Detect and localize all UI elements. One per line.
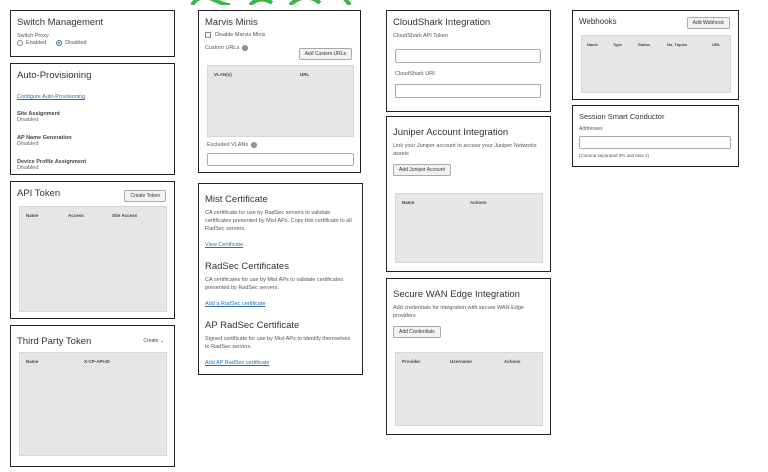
cloudshark-uri-input[interactable] bbox=[395, 84, 541, 98]
api-token-card: API Token Create Token Name Access Site … bbox=[10, 181, 175, 319]
col-status: Status bbox=[638, 42, 651, 47]
col-name: Name bbox=[587, 42, 598, 47]
marvis-minis-title: Marvis Minis bbox=[205, 17, 258, 28]
partial-green-graphic bbox=[190, 0, 352, 5]
radio-enabled-label: Enabled bbox=[26, 40, 47, 46]
col-type: Type bbox=[613, 42, 623, 47]
cloudshark-uri-label: CloudShark URI bbox=[395, 71, 435, 77]
col-name: Name bbox=[26, 359, 39, 364]
col-no-topics: No. Topics bbox=[667, 42, 688, 47]
device-profile-assignment-value: Disabled bbox=[17, 165, 39, 171]
create-dropdown-label: Create bbox=[143, 338, 159, 344]
radio-enabled[interactable] bbox=[17, 40, 23, 46]
create-dropdown[interactable]: Create ⌄ bbox=[143, 338, 164, 344]
add-juniper-account-button[interactable]: Add Juniper Account bbox=[393, 164, 451, 176]
secure-wan-edge-desc: Add credentials for integration with sec… bbox=[393, 305, 524, 319]
ap-radsec-certificate-title: AP RadSec Certificate bbox=[205, 320, 300, 331]
col-username: Username bbox=[450, 359, 472, 364]
session-smart-conductor-card: Session Smart Conductor Addresses (Comma… bbox=[572, 105, 739, 167]
cloudshark-api-token-input[interactable] bbox=[395, 49, 541, 63]
juniper-account-table: Name Actions bbox=[395, 193, 543, 263]
cloudshark-api-token-label: CloudShark API Token bbox=[393, 33, 448, 39]
mist-certificate-card: Mist Certificate CA certificate for use … bbox=[198, 183, 363, 375]
col-actions: Actions bbox=[470, 200, 487, 205]
info-icon: i bbox=[242, 45, 249, 51]
configure-auto-provisioning-link[interactable]: Configure Auto-Provisioning bbox=[17, 94, 85, 100]
auto-provisioning-title: Auto-Provisioning bbox=[17, 70, 92, 81]
mist-certificate-desc: CA certificate for use by RadSec servers… bbox=[205, 210, 352, 232]
juniper-account-title: Juniper Account Integration bbox=[393, 127, 509, 138]
col-x-cp-api-id: X-CP-API-ID bbox=[84, 359, 110, 364]
radsec-certificates-title: RadSec Certificates bbox=[205, 261, 289, 272]
marvis-minis-card: Marvis Minis Disable Marvis Minis Custom… bbox=[198, 10, 361, 173]
switch-management-title: Switch Management bbox=[17, 17, 104, 28]
mist-certificate-title: Mist Certificate bbox=[205, 194, 268, 205]
addresses-hint: (Comma separated IPs and Max 2) bbox=[579, 153, 650, 158]
webhooks-table: Name Type Status No. Topics URL bbox=[581, 35, 731, 93]
custom-urls-label: Custom URLs bbox=[205, 45, 240, 51]
create-token-button[interactable]: Create Token bbox=[124, 190, 166, 202]
cloudshark-title: CloudShark Integration bbox=[393, 17, 491, 28]
custom-urls-table: VLAN(s) URL bbox=[207, 65, 354, 137]
col-url: URL bbox=[300, 72, 310, 77]
cloudshark-card: CloudShark Integration CloudShark API To… bbox=[386, 10, 551, 112]
ap-name-generation-value: Disabled bbox=[17, 141, 39, 147]
col-url: URL bbox=[712, 42, 721, 47]
juniper-account-card: Juniper Account Integration Link your Ju… bbox=[386, 116, 551, 272]
radio-disabled[interactable] bbox=[56, 40, 63, 46]
excluded-vlans-input[interactable] bbox=[207, 153, 354, 166]
view-certificate-link[interactable]: View Certificate bbox=[205, 242, 243, 248]
auto-provisioning-card: Auto-Provisioning Configure Auto-Provisi… bbox=[10, 63, 175, 175]
switch-management-card: Switch Management Switch Proxy Enabled D… bbox=[10, 10, 175, 57]
add-radsec-certificate-link[interactable]: Add a RadSec certificate bbox=[205, 301, 266, 307]
session-smart-conductor-title: Session Smart Conductor bbox=[579, 112, 665, 121]
col-access: Access bbox=[68, 213, 84, 218]
addresses-input[interactable] bbox=[579, 136, 731, 149]
col-provider: Provider bbox=[402, 359, 421, 364]
col-site-access: Site Access bbox=[112, 213, 138, 218]
webhooks-card: Webhooks Add Webhook Name Type Status No… bbox=[572, 10, 739, 100]
radio-disabled-label: Disabled bbox=[65, 40, 87, 46]
add-custom-urls-button[interactable]: Add Custom URLs bbox=[298, 48, 352, 60]
ap-radsec-certificate-desc: Signed certificate for use by Mist APs t… bbox=[205, 336, 351, 350]
site-assignment-value: Disabled bbox=[17, 117, 39, 123]
excluded-vlans-label: Excluded VLANs bbox=[207, 142, 249, 148]
col-name: Name bbox=[26, 213, 39, 218]
addresses-label: Addresses bbox=[579, 126, 603, 132]
secure-wan-edge-card: Secure WAN Edge Integration Add credenti… bbox=[386, 278, 551, 435]
chevron-down-icon: ⌄ bbox=[159, 338, 164, 344]
secure-wan-edge-title: Secure WAN Edge Integration bbox=[393, 289, 520, 300]
api-token-table: Name Access Site Access bbox=[19, 206, 167, 312]
juniper-account-desc: Link your Juniper account to access your… bbox=[393, 143, 537, 157]
third-party-token-table: Name X-CP-API-ID bbox=[19, 352, 167, 456]
third-party-token-card: Third Party Token Create ⌄ Name X-CP-API… bbox=[10, 325, 175, 467]
add-credentials-button[interactable]: Add Credentials bbox=[393, 326, 441, 338]
secure-wan-edge-table: Provider Username Actions bbox=[395, 352, 543, 426]
col-vlans: VLAN(s) bbox=[214, 72, 232, 77]
col-name: Name bbox=[402, 200, 415, 205]
disable-marvis-checkbox[interactable] bbox=[205, 32, 211, 38]
switch-proxy-label: Switch Proxy bbox=[17, 33, 49, 39]
add-webhook-button[interactable]: Add Webhook bbox=[686, 17, 730, 29]
col-actions: Actions bbox=[504, 359, 521, 364]
add-ap-radsec-certificate-link[interactable]: Add AP RadSec certificate bbox=[205, 360, 269, 366]
info-icon: i bbox=[251, 142, 258, 148]
radsec-certificates-desc: CA certificates for use by Mist APs to v… bbox=[205, 277, 344, 291]
disable-marvis-label: Disable Marvis Minis bbox=[215, 32, 266, 38]
